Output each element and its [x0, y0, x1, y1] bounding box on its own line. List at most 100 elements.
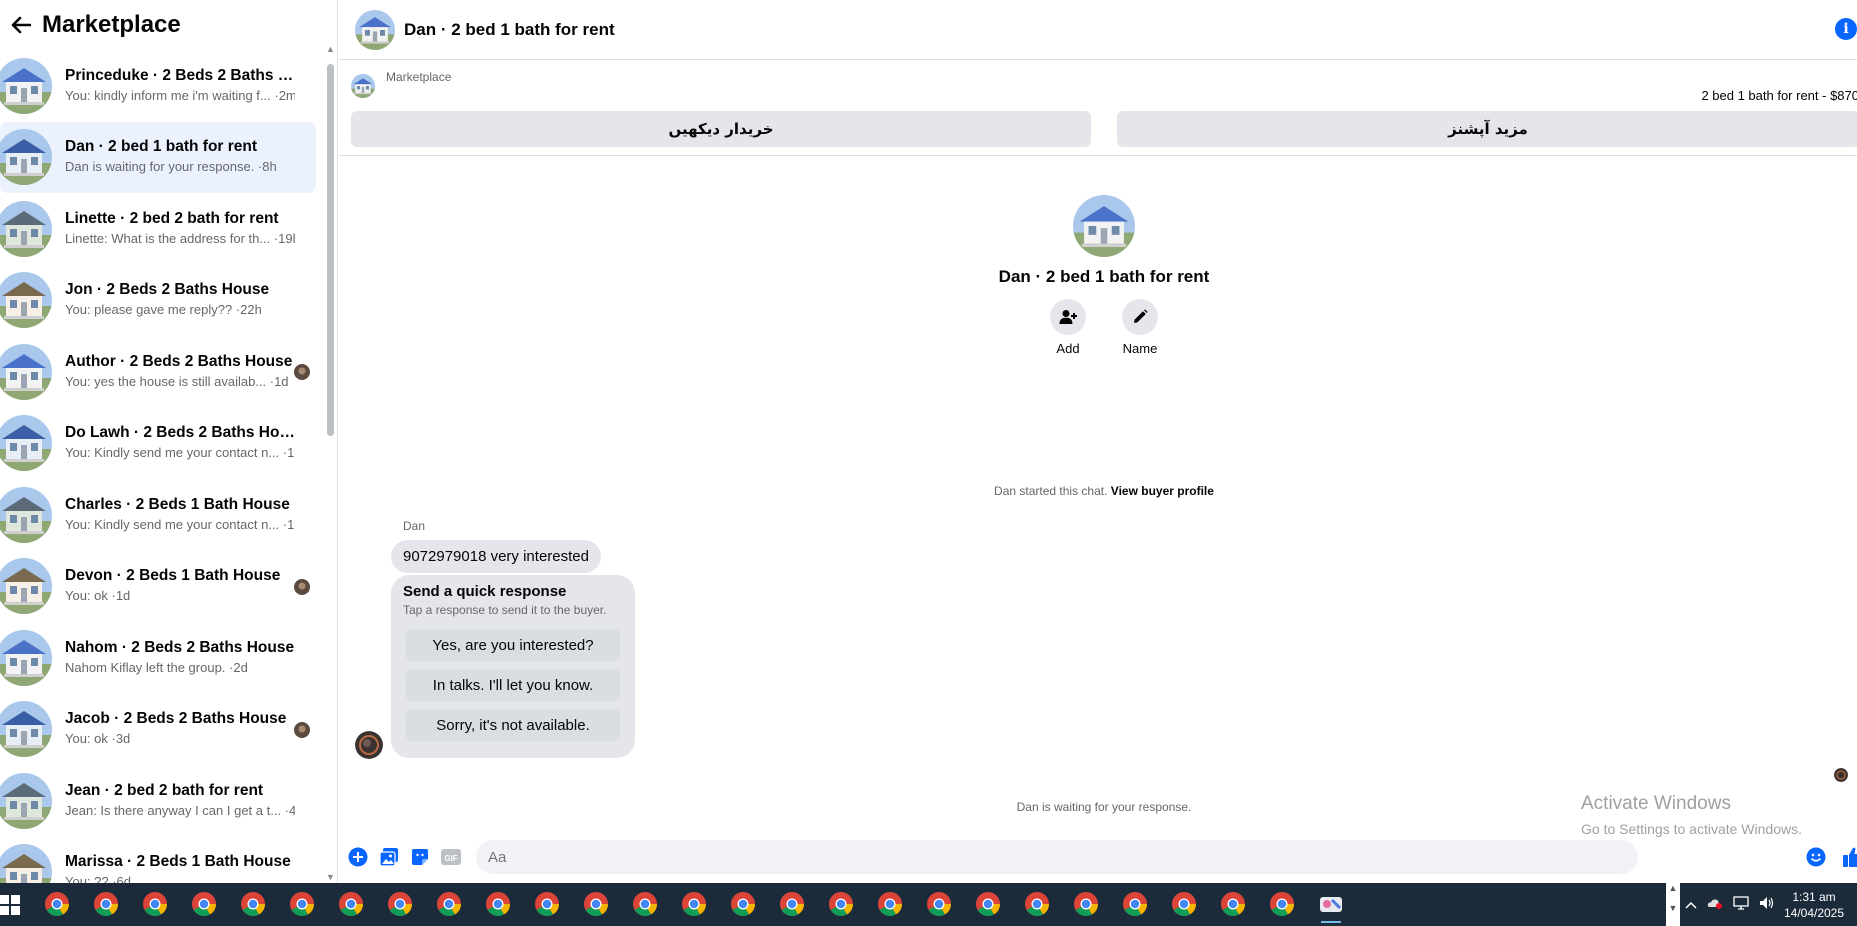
conversation-item[interactable]: Jon · 2 Beds 2 Baths House You: please g…	[0, 265, 320, 337]
profile-avatar[interactable]	[1073, 195, 1135, 257]
quick-response-not-available[interactable]: Sorry, it's not available.	[406, 709, 620, 741]
conversation-item[interactable]: Princeduke · 2 Beds 2 Baths Hou... You: …	[0, 50, 320, 122]
quick-response-in-talks[interactable]: In talks. I'll let you know.	[406, 669, 620, 701]
conversation-text: Linette · 2 bed 2 bath for rent Linette:…	[65, 209, 295, 249]
conversation-thumbnail	[0, 415, 52, 472]
chrome-icon[interactable]	[681, 891, 707, 917]
read-receipt-avatar	[294, 721, 310, 738]
plus-icon[interactable]	[347, 846, 369, 868]
chrome-icon[interactable]	[338, 891, 364, 917]
conversation-snippet: You: ?? ·6d	[65, 874, 132, 883]
listing-small-thumbnail[interactable]	[351, 74, 375, 98]
info-icon[interactable]: i	[1835, 18, 1857, 40]
listing-thumbnail[interactable]	[355, 9, 395, 50]
chrome-icon[interactable]	[632, 891, 658, 917]
conversation-text: Charles · 2 Beds 1 Bath House You: Kindl…	[65, 495, 295, 535]
conversation-item[interactable]: Devon · 2 Beds 1 Bath House You: ok ·1d	[0, 551, 320, 623]
chrome-icon[interactable]	[779, 891, 805, 917]
message-input[interactable]	[476, 840, 1638, 874]
conversation-text: Do Lawh · 2 Beds 2 Baths House You: Kind…	[65, 423, 295, 463]
conversation-text: Nahom · 2 Beds 2 Baths House Nahom Kifla…	[65, 638, 295, 678]
taskbar-scroll[interactable]: ▲ ▼	[1666, 883, 1680, 926]
activate-windows-watermark: Activate Windows Go to Settings to activ…	[1581, 793, 1802, 837]
back-arrow-icon[interactable]	[6, 10, 36, 40]
scroll-down-icon[interactable]: ▼	[326, 872, 335, 882]
conversation-item[interactable]: Linette · 2 bed 2 bath for rent Linette:…	[0, 193, 320, 265]
conversation-item[interactable]: Marissa · 2 Beds 1 Bath House You: ?? ·6…	[0, 837, 320, 883]
quick-response-subtitle: Tap a response to send it to the buyer.	[403, 603, 607, 617]
chrome-icon[interactable]	[1171, 891, 1197, 917]
chrome-icon[interactable]	[1122, 891, 1148, 917]
chevron-up-icon[interactable]	[1685, 898, 1697, 912]
chrome-icon[interactable]	[44, 891, 70, 917]
conversation-snippet: You: please gave me reply?? ·22h	[65, 302, 262, 318]
chrome-icon[interactable]	[387, 891, 413, 917]
page-title: Marketplace	[42, 11, 181, 38]
chrome-icon[interactable]	[926, 891, 952, 917]
view-buyer-profile-link[interactable]: View buyer profile	[1111, 484, 1214, 498]
snipping-tool-icon[interactable]	[1318, 891, 1344, 923]
chrome-icon[interactable]	[485, 891, 511, 917]
chrome-icon[interactable]	[534, 891, 560, 917]
conversation-thumbnail	[0, 129, 52, 186]
conversation-snippet: You: ok ·3d	[65, 731, 131, 747]
chat-title[interactable]: Dan · 2 bed 1 bath for rent	[404, 20, 615, 40]
conversation-name: Devon · 2 Beds 1 Bath House	[65, 567, 281, 585]
chrome-icon[interactable]	[93, 891, 119, 917]
sticker-icon[interactable]	[409, 846, 431, 868]
add-person-icon	[1050, 299, 1086, 335]
conversation-item[interactable]: Nahom · 2 Beds 2 Baths House Nahom Kifla…	[0, 622, 320, 694]
chrome-icon[interactable]	[877, 891, 903, 917]
conversation-item[interactable]: Do Lawh · 2 Beds 2 Baths House You: Kind…	[0, 408, 320, 480]
quick-response-yes[interactable]: Yes, are you interested?	[406, 629, 620, 661]
chrome-icon[interactable]	[289, 891, 315, 917]
windows-start-icon[interactable]	[0, 895, 20, 915]
conversation-sidebar: Marketplace Princeduke · 2 Beds 2 Baths …	[0, 0, 338, 883]
sidebar-scrollbar[interactable]: ▲ ▼	[324, 44, 336, 883]
conversation-thumbnail	[0, 558, 52, 615]
conversation-item[interactable]: Author · 2 Beds 2 Baths House You: yes t…	[0, 336, 320, 408]
read-receipt-avatar	[294, 364, 310, 380]
emoji-icon[interactable]	[1805, 846, 1827, 868]
gif-icon[interactable]: GIF	[440, 846, 462, 868]
conversation-item[interactable]: Charles · 2 Beds 1 Bath House You: Kindl…	[0, 479, 320, 551]
conversation-item[interactable]: Dan · 2 bed 1 bath for rent Dan is waiti…	[0, 121, 316, 193]
network-icon[interactable]	[1733, 896, 1749, 913]
volume-icon[interactable]	[1759, 896, 1775, 913]
sidebar-header: Marketplace	[0, 0, 337, 50]
thumbs-up-icon[interactable]	[1842, 846, 1857, 868]
conversation-item[interactable]: Jean · 2 bed 2 bath for rent Jean: Is th…	[0, 765, 320, 837]
conversation-thumbnail	[0, 343, 52, 400]
chrome-icon[interactable]	[436, 891, 462, 917]
sender-avatar[interactable]	[355, 731, 383, 759]
taskbar-clock[interactable]: 1:31 am 14/04/2025	[1774, 889, 1854, 921]
conversation-text: Princeduke · 2 Beds 2 Baths Hou... You: …	[65, 66, 295, 106]
chrome-icon[interactable]	[240, 891, 266, 917]
chrome-icon[interactable]	[1269, 891, 1295, 917]
chrome-icon[interactable]	[975, 891, 1001, 917]
chrome-icon[interactable]	[583, 891, 609, 917]
listing-price[interactable]: 2 bed 1 bath for rent - $870	[1701, 88, 1857, 103]
chrome-icon[interactable]	[1024, 891, 1050, 917]
chrome-icon[interactable]	[191, 891, 217, 917]
edit-name-button[interactable]: Name	[1122, 299, 1158, 356]
message-bubble[interactable]: 9072979018 very interested	[391, 540, 601, 573]
windows-taskbar: ▲ ▼ 1:31 am 14/04/2025	[0, 883, 1857, 926]
seen-avatar	[1834, 768, 1848, 782]
conversation-item[interactable]: Jacob · 2 Beds 2 Baths House You: ok ·3d	[0, 694, 320, 766]
scroll-up-icon[interactable]: ▲	[326, 44, 335, 54]
sender-name: Dan	[403, 519, 426, 533]
chrome-icon[interactable]	[1220, 891, 1246, 917]
photo-icon[interactable]	[378, 846, 400, 868]
chrome-icon[interactable]	[828, 891, 854, 917]
cloud-error-icon[interactable]	[1707, 897, 1723, 912]
chrome-icon[interactable]	[142, 891, 168, 917]
add-member-button[interactable]: Add	[1050, 299, 1086, 356]
scrollbar-thumb[interactable]	[327, 64, 334, 436]
chat-panel: Dan · 2 bed 1 bath for rent i Marketplac…	[339, 0, 1857, 883]
view-buyer-button[interactable]: خریدار دیکھیں	[351, 111, 1091, 147]
conversation-text: Jon · 2 Beds 2 Baths House You: please g…	[65, 280, 295, 320]
more-options-button[interactable]: مزید آپشنز	[1117, 111, 1857, 147]
chrome-icon[interactable]	[730, 891, 756, 917]
chrome-icon[interactable]	[1073, 891, 1099, 917]
